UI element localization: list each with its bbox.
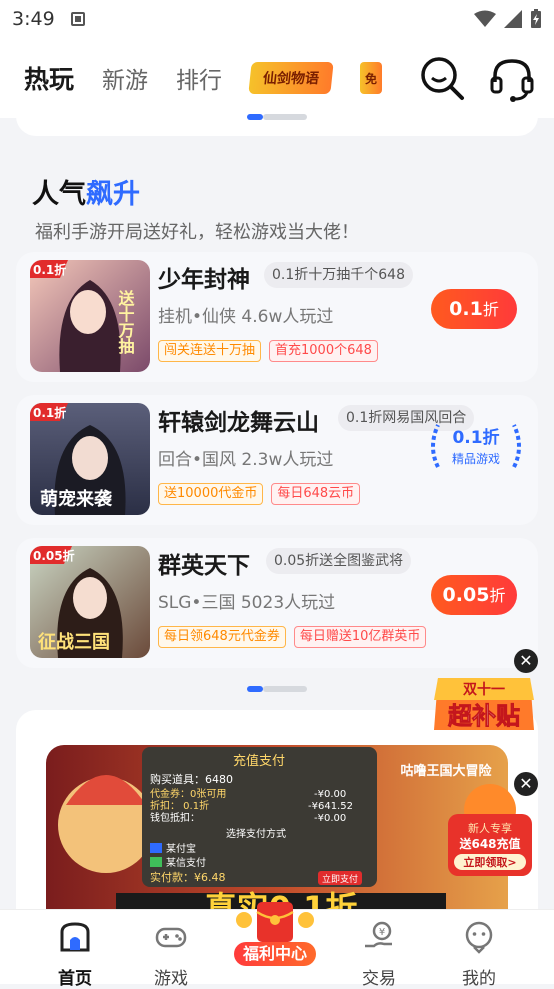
nav-home[interactable]: 首页 [40, 920, 110, 989]
tab-game-logo-2[interactable]: 免 [360, 62, 383, 94]
svg-text:¥: ¥ [379, 927, 385, 938]
tag: 送10000代金币 [158, 483, 264, 505]
game-tags: 闯关连送十万抽 首充1000个648 [158, 340, 378, 362]
quality-badge-icon: 0.1折 精品游戏 [431, 424, 521, 468]
game-card-qunying[interactable]: 0.05折 征战三国 群英天下 0.05折送全图鉴武将 SLG•三国 5023人… [16, 538, 538, 668]
svg-text:钱包抵扣：: 钱包抵扣： [150, 811, 200, 824]
game-card-xuanyuan[interactable]: 0.1折 萌宠来袭 轩辕剑龙舞云山 0.1折网易国风回合 回合•国风 2.3w人… [16, 395, 538, 525]
game-meta: SLG•三国 5023人玩过 [158, 593, 336, 613]
notification-icon [70, 12, 85, 26]
wifi-icon [474, 10, 496, 27]
nav-welfare-center[interactable]: 福利中心 [230, 898, 320, 970]
promo-banner[interactable]: 充值支付 购买道具：6480 代金券：0张可用 折扣： 0.1折 钱包抵扣： -… [46, 745, 508, 920]
tab-new[interactable]: 新游 [102, 61, 148, 95]
svg-text:充值支付: 充值支付 [233, 753, 285, 769]
battery-icon [531, 9, 541, 28]
discount-button[interactable]: 0.05折 [431, 575, 517, 615]
profile-icon [465, 921, 493, 954]
game-meta: 回合•国风 2.3w人玩过 [158, 450, 334, 470]
search-icon[interactable] [418, 54, 468, 104]
home-icon [60, 922, 90, 952]
close-icon[interactable]: ✕ [514, 649, 538, 673]
tab-hot[interactable]: 热玩 [24, 60, 74, 96]
tag: 每日赠送10亿群英币 [293, 626, 427, 648]
nav-mine[interactable]: 我的 [444, 920, 514, 989]
game-promo: 0.05折送全图鉴武将 [266, 548, 412, 574]
svg-text:折扣： 0.1折: 折扣： 0.1折 [150, 799, 209, 812]
svg-text:某信支付: 某信支付 [166, 856, 206, 869]
discount-button[interactable]: 0.1折 [431, 289, 517, 329]
svg-text:立即领取>: 立即领取> [463, 855, 516, 869]
svg-text:实付款：¥6.48: 实付款：¥6.48 [150, 870, 226, 884]
tag: 闯关连送十万抽 [158, 340, 262, 362]
status-time: 3:49 [12, 8, 55, 30]
game-tags: 每日领648元代金券 每日赠送10亿群英币 [158, 626, 427, 648]
game-cover[interactable]: 0.05折 征战三国 [30, 546, 150, 658]
game-name: 少年封神 [158, 267, 250, 293]
gamepad-icon [155, 927, 187, 948]
svg-text:代金券：0张可用: 代金券：0张可用 [150, 787, 226, 800]
section-subtitle: 福利手游开局送好礼，轻松游戏当大佬！ [35, 222, 359, 243]
svg-text:征战三国: 征战三国 [38, 631, 110, 653]
nav-trade[interactable]: ¥ 交易 [344, 920, 414, 989]
game-name: 轩辕剑龙舞云山 [158, 410, 319, 436]
svg-text:购买道具：6480: 购买道具：6480 [150, 772, 233, 786]
tab-game-logo[interactable]: 仙剑物语 [248, 62, 334, 94]
svg-text:0.05折: 0.05折 [33, 548, 75, 563]
game-cover[interactable]: 0.1折 送十万抽 [30, 260, 150, 372]
svg-text:选择支付方式: 选择支付方式 [226, 827, 286, 840]
svg-text:送十万抽: 送十万抽 [116, 289, 136, 355]
bottom-nav: 首页 游戏 福利中心 ¥ 交易 我的 [0, 902, 554, 989]
svg-text:超补贴: 超补贴 [448, 702, 520, 730]
section-title: 人气飙升 [32, 179, 140, 210]
svg-text:-¥0.00: -¥0.00 [314, 789, 346, 800]
svg-text:萌宠来袭: 萌宠来袭 [40, 488, 113, 510]
signal-icon [504, 10, 522, 28]
game-tags: 送10000代金币 每日648云币 [158, 483, 361, 505]
svg-text:新人专享: 新人专享 [468, 821, 512, 835]
game-promo: 0.1折十万抽千个648 [264, 262, 413, 288]
svg-text:-¥0.00: -¥0.00 [314, 813, 346, 824]
svg-text:送648充值: 送648充值 [458, 836, 520, 851]
top-carousel-dots [247, 114, 307, 120]
svg-text:咕噜王国大冒险: 咕噜王国大冒险 [400, 763, 492, 779]
svg-text:某付宝: 某付宝 [166, 842, 196, 855]
list-carousel-dots [247, 686, 307, 692]
game-name: 群英天下 [158, 553, 250, 579]
customer-service-icon[interactable] [487, 54, 537, 104]
svg-text:0.1折: 0.1折 [452, 427, 499, 448]
red-envelope-icon [236, 902, 314, 942]
tag: 每日领648元代金券 [158, 626, 286, 648]
game-cover[interactable]: 0.1折 萌宠来袭 [30, 403, 150, 515]
tab-ranking[interactable]: 排行 [176, 61, 222, 95]
game-card-shaonian[interactable]: 0.1折 送十万抽 少年封神 0.1折十万抽千个648 挂机•仙侠 4.6w人玩… [16, 252, 538, 382]
status-bar: 3:49 [0, 0, 554, 38]
svg-text:精品游戏: 精品游戏 [452, 452, 500, 466]
svg-text:立即支付: 立即支付 [322, 873, 358, 885]
tag: 每日648云币 [271, 483, 361, 505]
svg-text:0.1折: 0.1折 [33, 262, 66, 277]
close-icon[interactable]: ✕ [514, 772, 538, 796]
svg-text:-¥641.52: -¥641.52 [308, 801, 353, 812]
tag: 首充1000个648 [269, 340, 378, 362]
trade-icon: ¥ [365, 921, 392, 948]
svg-text:0.1折: 0.1折 [33, 405, 66, 420]
nav-games[interactable]: 游戏 [136, 920, 206, 989]
game-meta: 挂机•仙侠 4.6w人玩过 [158, 307, 334, 327]
svg-text:双十一: 双十一 [463, 681, 505, 698]
